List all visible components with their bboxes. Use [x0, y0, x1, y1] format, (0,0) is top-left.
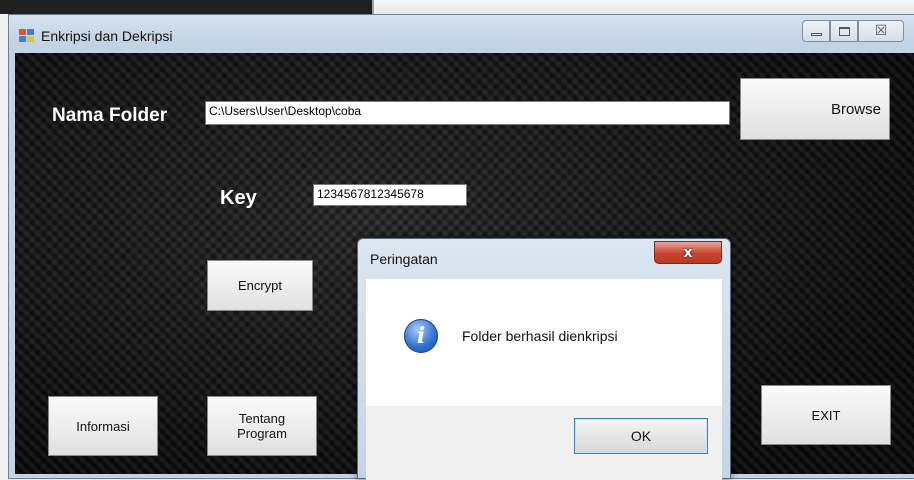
background-desktop-strip: [0, 0, 914, 14]
dialog-message: Folder berhasil dienkripsi: [462, 328, 618, 344]
window-controls: ☒: [802, 20, 904, 42]
background-window-edge: [0, 0, 372, 14]
close-icon: x: [683, 244, 693, 261]
background-divider: [372, 0, 374, 14]
minimize-icon: [810, 32, 822, 36]
maximize-button[interactable]: [830, 20, 858, 42]
folder-label: Nama Folder: [52, 105, 168, 126]
maximize-icon: [838, 26, 850, 36]
close-icon: ☒: [874, 23, 888, 39]
dialog-footer: OK: [366, 406, 722, 480]
dialog-body: i Folder berhasil dienkripsi: [366, 279, 722, 406]
tentang-program-label-line2: Program: [237, 426, 287, 441]
exit-button[interactable]: EXIT: [761, 385, 891, 445]
key-label: Key: [220, 187, 257, 209]
tentang-program-label-line1: Tentang: [238, 411, 286, 426]
warning-dialog: Peringatan x i Folder berhasil dienkrips…: [357, 238, 731, 480]
minimize-button[interactable]: [802, 20, 830, 42]
close-button[interactable]: ☒: [858, 20, 904, 42]
informasi-button[interactable]: Informasi: [48, 396, 158, 456]
app-icon: [19, 29, 35, 43]
dialog-close-button[interactable]: x: [654, 241, 722, 264]
title-bar[interactable]: Enkripsi dan Dekripsi ☒: [9, 15, 914, 53]
folder-path-input[interactable]: C:\Users\User\Desktop\coba: [205, 101, 730, 125]
encrypt-button[interactable]: Encrypt: [207, 260, 313, 311]
dialog-title: Peringatan: [370, 251, 438, 267]
key-input[interactable]: 1234567812345678: [313, 184, 467, 206]
ok-button[interactable]: OK: [574, 418, 708, 454]
browse-button[interactable]: Browse: [740, 78, 890, 140]
window-title: Enkripsi dan Dekripsi: [41, 28, 173, 44]
tentang-program-button[interactable]: Tentang Program: [207, 396, 317, 456]
info-icon: i: [404, 319, 438, 353]
